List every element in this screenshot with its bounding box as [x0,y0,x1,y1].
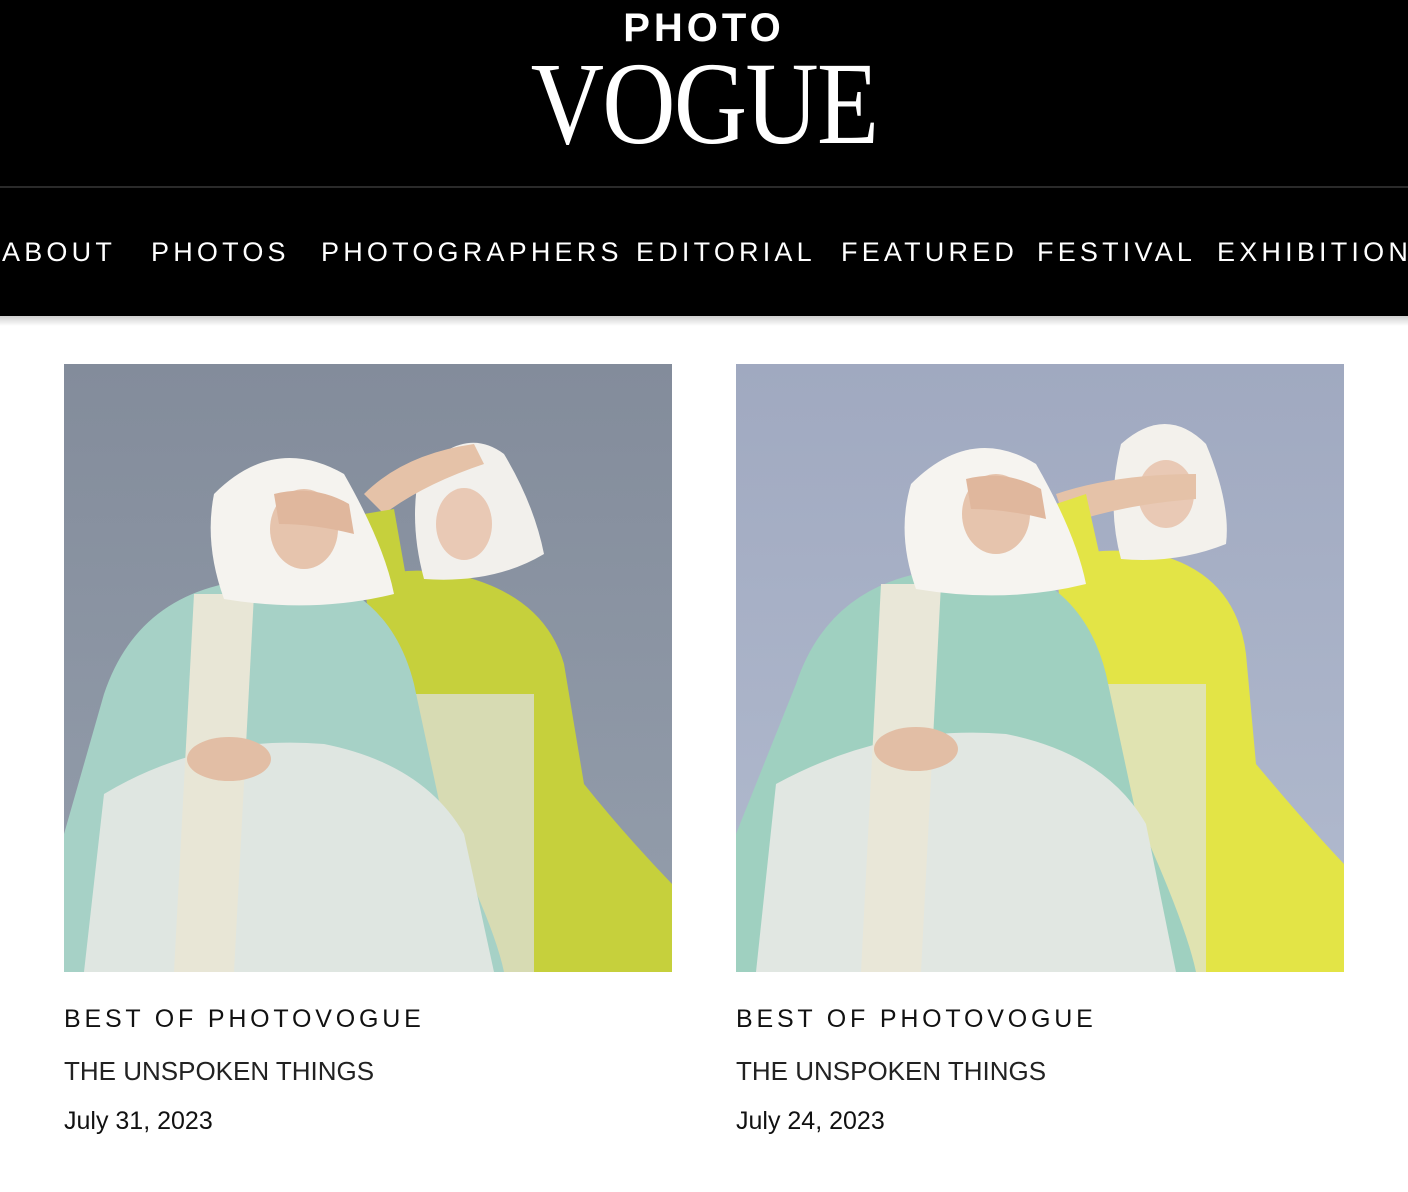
masthead: PHOTO VOGUE [0,0,1408,186]
article-card: BEST OF PHOTOVOGUE THE UNSPOKEN THINGS J… [64,364,672,1138]
card-category[interactable]: BEST OF PHOTOVOGUE [64,1002,672,1036]
card-title[interactable]: THE UNSPOKEN THINGS [736,1054,1344,1088]
card-date: July 24, 2023 [736,1107,885,1135]
article-card: BEST OF PHOTOVOGUE THE UNSPOKEN THINGS J… [736,364,1344,1138]
nav-item-exhibitions[interactable]: EXHIBITIONS [1217,232,1408,272]
nav-item-photos[interactable]: PHOTOS [151,232,290,272]
nav-item-festival[interactable]: FESTIVAL [1037,232,1196,272]
nav-shadow [0,316,1408,326]
article-photo[interactable] [64,364,672,972]
nav-item-featured[interactable]: FEATURED [841,232,1018,272]
photo-illustration [64,364,672,972]
card-date: July 31, 2023 [64,1107,213,1135]
card-category[interactable]: BEST OF PHOTOVOGUE [736,1002,1344,1036]
article-photo[interactable] [736,364,1344,972]
main-nav: ABOUT PHOTOS PHOTOGRAPHERS EDITORIAL FEA… [0,188,1408,316]
nav-item-photographers[interactable]: PHOTOGRAPHERS [321,232,623,272]
photo-illustration [736,364,1344,972]
logo-vogue-wordmark[interactable]: VOGUE [99,45,1310,163]
card-title[interactable]: THE UNSPOKEN THINGS [64,1054,672,1088]
nav-item-about[interactable]: ABOUT [2,232,116,272]
nav-item-editorial[interactable]: EDITORIAL [636,232,816,272]
